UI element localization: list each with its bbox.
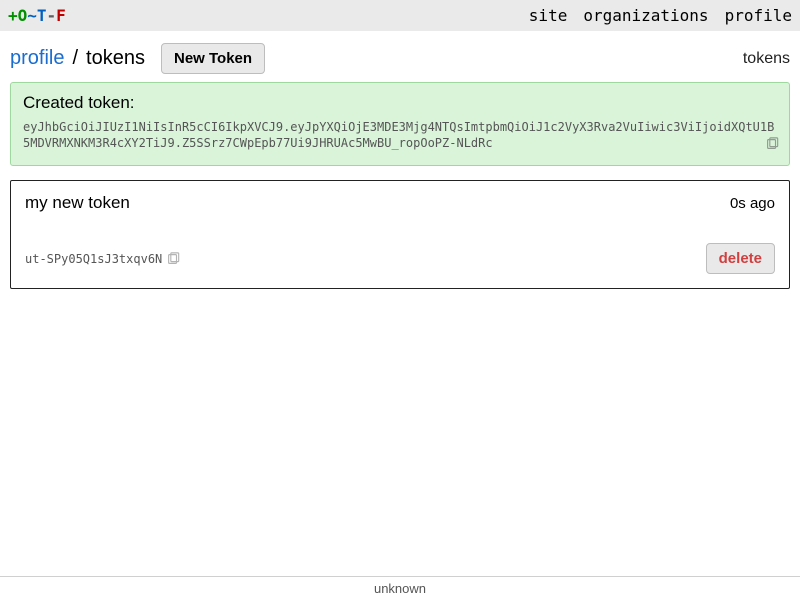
breadcrumb-sep: /	[72, 47, 78, 70]
token-name: my new token	[25, 193, 130, 213]
token-time: 0s ago	[730, 195, 775, 212]
app-logo: +O~T-F	[8, 6, 66, 25]
token-id: ut-SPy05Q1sJ3txqv6N	[25, 251, 162, 267]
nav-organizations[interactable]: organizations	[583, 6, 708, 25]
alert-title: Created token:	[23, 93, 777, 113]
created-token-value: eyJhbGciOiJIUzI1NiIsInR5cCI6IkpXVCJ9.eyJ…	[23, 119, 777, 151]
created-token-alert: Created token: eyJhbGciOiJIUzI1NiIsInR5c…	[10, 82, 790, 166]
nav-profile[interactable]: profile	[725, 6, 792, 25]
nav-site[interactable]: site	[529, 6, 568, 25]
page-tag: tokens	[743, 50, 790, 68]
copy-icon[interactable]	[166, 252, 180, 266]
new-token-button[interactable]: New Token	[161, 43, 265, 74]
top-nav: site organizations profile	[529, 6, 792, 25]
copy-icon[interactable]	[765, 137, 779, 151]
token-card: my new token 0s ago ut-SPy05Q1sJ3txqv6N …	[10, 180, 790, 289]
delete-button[interactable]: delete	[706, 243, 775, 274]
breadcrumb: profile / tokens New Token	[10, 43, 265, 74]
breadcrumb-profile-link[interactable]: profile	[10, 47, 64, 70]
breadcrumb-current: tokens	[86, 47, 145, 70]
footer-text: unknown	[0, 576, 800, 600]
